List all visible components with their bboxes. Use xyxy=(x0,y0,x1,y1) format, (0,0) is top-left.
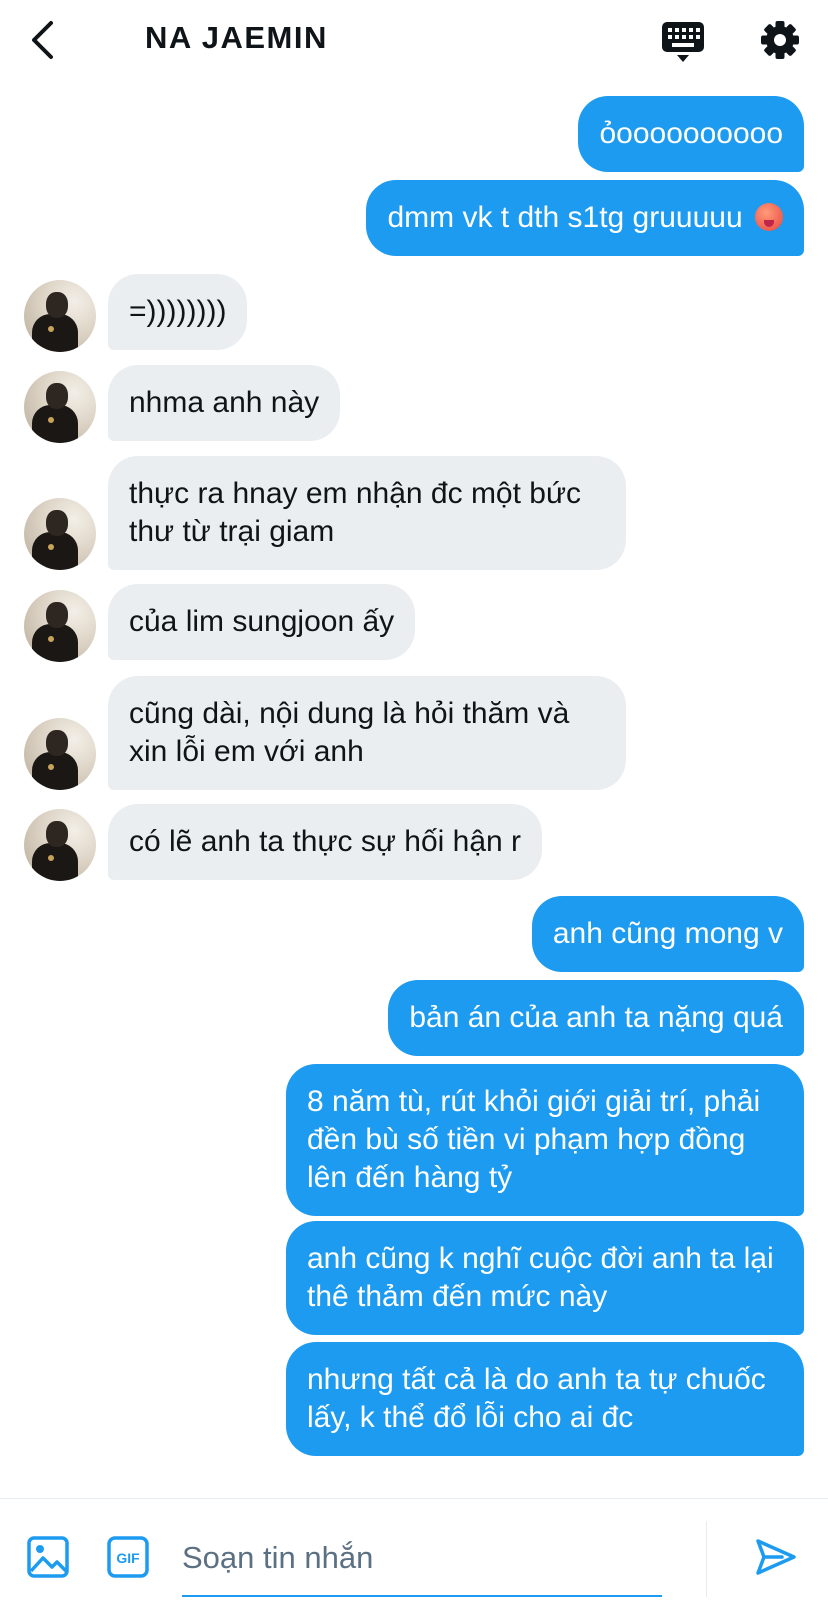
message-bubble-incoming[interactable]: của lim sungjoon ấy xyxy=(108,584,416,660)
gear-icon xyxy=(761,21,799,59)
message-bubble-outgoing[interactable]: bản án của anh ta nặng quá xyxy=(388,980,804,1056)
message-bubble-outgoing[interactable]: dmm vk t dth s1tg gruuuuu xyxy=(366,180,804,256)
message-bubble-incoming[interactable]: nhma anh này xyxy=(108,365,341,441)
avatar[interactable] xyxy=(24,498,96,570)
conversation-title[interactable]: NA JAEMIN xyxy=(145,20,328,56)
image-icon xyxy=(27,1536,69,1578)
message-composer: GIF xyxy=(0,1498,828,1612)
avatar[interactable] xyxy=(24,590,96,662)
gif-label: GIF xyxy=(116,1550,140,1566)
message-bubble-outgoing[interactable]: nhưng tất cả là do anh ta tự chuốc lấy, … xyxy=(286,1342,804,1456)
message-bubble-incoming[interactable]: có lẽ anh ta thực sự hối hận r xyxy=(108,804,543,880)
avatar[interactable] xyxy=(24,809,96,881)
message-bubble-outgoing[interactable]: anh cũng mong v xyxy=(531,896,804,972)
message-bubble-outgoing[interactable]: anh cũng k nghĩ cuộc đời anh ta lại thê … xyxy=(286,1221,804,1335)
send-button[interactable] xyxy=(752,1533,800,1581)
message-bubble-incoming[interactable]: thực ra hnay em nhận đc một bức thư từ t… xyxy=(108,456,626,570)
message-text: dmm vk t dth s1tg gruuuuu xyxy=(387,201,743,234)
avatar[interactable] xyxy=(24,371,96,443)
message-bubble-incoming[interactable]: =)))))))) xyxy=(108,274,248,350)
message-input-wrapper xyxy=(182,1521,662,1597)
gif-icon: GIF xyxy=(107,1536,149,1578)
avatar[interactable] xyxy=(24,280,96,352)
keyboard-shortcuts-button[interactable] xyxy=(660,20,706,64)
send-icon xyxy=(756,1539,796,1575)
message-bubble-outgoing[interactable]: ỏoooooooooo xyxy=(578,96,804,172)
conversation-header: NA JAEMIN xyxy=(0,0,828,84)
message-bubble-incoming[interactable]: cũng dài, nội dung là hỏi thăm và xin lỗ… xyxy=(108,676,626,790)
settings-button[interactable] xyxy=(758,18,802,62)
back-button[interactable] xyxy=(22,18,62,62)
message-bubble-outgoing[interactable]: 8 năm tù, rút khỏi giới giải trí, phải đ… xyxy=(286,1064,804,1216)
composer-divider xyxy=(706,1521,707,1597)
message-thread[interactable]: ỏoooooooooo dmm vk t dth s1tg gruuuuu =)… xyxy=(0,84,828,1498)
hot-face-emoji xyxy=(755,203,783,231)
keyboard-icon xyxy=(662,22,704,62)
message-input[interactable] xyxy=(182,1521,662,1595)
add-gif-button[interactable]: GIF xyxy=(106,1535,150,1579)
add-image-button[interactable] xyxy=(26,1535,70,1579)
chevron-left-icon xyxy=(32,21,53,59)
avatar[interactable] xyxy=(24,718,96,790)
